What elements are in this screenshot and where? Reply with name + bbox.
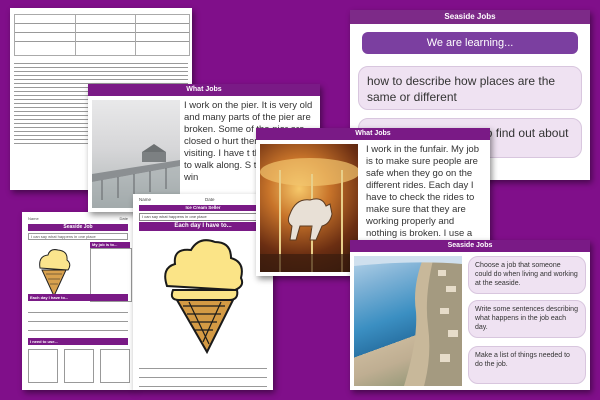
need-boxes	[28, 349, 130, 383]
ice-cream-title: Ice Cream Seller	[139, 205, 267, 211]
coast-photo	[354, 256, 462, 386]
need-label: I need to use...	[28, 338, 128, 345]
ice-cream-icon	[159, 234, 249, 355]
name-label: Name	[28, 216, 39, 221]
ice-date-label: Date	[205, 197, 215, 202]
ice-cream-icon-small	[34, 246, 74, 298]
task-1: Choose a job that someone could do when …	[468, 256, 586, 294]
task-3: Make a list of things needed to do the j…	[468, 346, 586, 384]
instruction: I can say what happens in one place	[28, 233, 128, 240]
ice-cream-worksheet: Name Date Ice Cream Seller I can say wha…	[133, 194, 273, 390]
ice-lines	[139, 360, 267, 387]
pier-photo	[92, 100, 180, 208]
worksheet-title: Seaside Job	[28, 224, 128, 231]
learning-header: We are learning...	[362, 32, 578, 54]
pier-card-title: What Jobs	[88, 84, 320, 96]
task-card-title: Seaside Jobs	[350, 240, 590, 252]
each-day-prompt: Each day I have to...	[139, 222, 267, 231]
ice-name-label: Name	[139, 197, 152, 202]
seaside-job-worksheet: Name Date Seaside Job I can say what hap…	[22, 212, 134, 390]
panel-title: Seaside Jobs	[350, 10, 590, 24]
date-label: Date	[119, 216, 128, 221]
each-day-lines	[28, 304, 128, 331]
carousel-photo	[260, 144, 360, 272]
task-2: Write some sentences describing what hap…	[468, 300, 586, 338]
funfair-card-title: What Jobs	[256, 128, 490, 140]
seaside-task-card: Seaside Jobs Choose a job that someone c…	[350, 240, 590, 390]
lesson-plan-table	[14, 14, 190, 56]
each-day-label: Each day I have to...	[28, 294, 128, 301]
ice-cream-instruction: I can say what happens in one place	[139, 213, 263, 221]
objective-1: how to describe how places are the same …	[358, 66, 582, 110]
